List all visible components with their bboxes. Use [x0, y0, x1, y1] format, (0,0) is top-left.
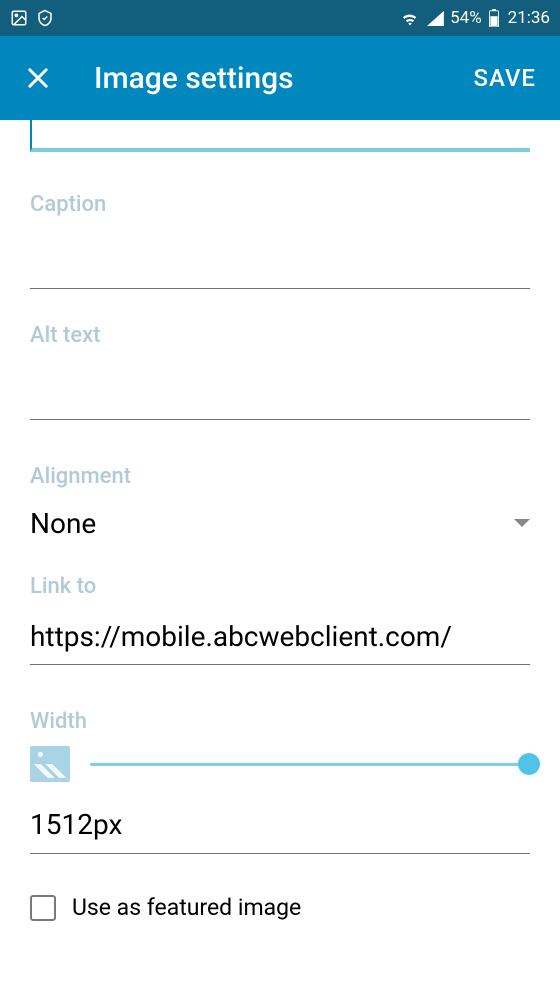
link-to-input[interactable] — [30, 611, 530, 665]
caption-label: Caption — [30, 192, 530, 217]
width-value[interactable]: 1512px — [30, 790, 530, 854]
battery-icon — [488, 9, 500, 27]
chevron-down-icon — [514, 514, 530, 533]
width-label: Width — [30, 709, 530, 734]
signal-icon — [426, 10, 444, 26]
featured-checkbox[interactable] — [30, 895, 56, 921]
image-icon — [10, 9, 28, 27]
battery-percent: 54% — [450, 8, 482, 28]
slider-thumb[interactable] — [518, 753, 540, 775]
link-to-label: Link to — [30, 574, 530, 599]
title-field-underline[interactable] — [30, 120, 530, 152]
alignment-label: Alignment — [30, 464, 530, 489]
alt-text-label: Alt text — [30, 323, 530, 348]
save-button[interactable]: SAVE — [473, 64, 536, 92]
alignment-value: None — [30, 507, 96, 540]
wifi-icon — [400, 10, 420, 26]
alignment-dropdown[interactable]: None — [30, 501, 530, 540]
status-bar: 54% 21:36 — [0, 0, 560, 36]
shield-icon — [36, 9, 54, 27]
width-slider[interactable] — [90, 763, 530, 766]
alt-text-input[interactable] — [30, 360, 530, 420]
app-bar: Image settings SAVE — [0, 36, 560, 120]
caption-input[interactable] — [30, 229, 530, 289]
featured-image-row[interactable]: Use as featured image — [30, 894, 530, 921]
featured-label: Use as featured image — [72, 894, 301, 921]
close-button[interactable] — [24, 64, 52, 92]
image-thumbnail-icon — [30, 746, 70, 782]
clock-text: 21:36 — [508, 8, 550, 28]
page-title: Image settings — [94, 61, 473, 96]
content-area: Caption Alt text Alignment None Link to … — [0, 120, 560, 921]
